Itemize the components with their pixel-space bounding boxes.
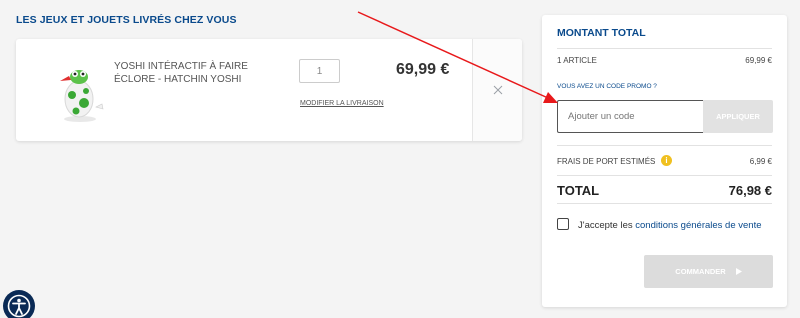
section-title: LES JEUX ET JOUETS LIVRÉS CHEZ VOUS	[16, 14, 237, 26]
total-label: TOTAL	[557, 183, 600, 198]
play-arrow-icon	[735, 268, 742, 275]
item-price: 69,99 €	[396, 61, 450, 78]
divider	[557, 145, 772, 146]
terms-checkbox[interactable]	[557, 218, 569, 230]
shipping-label: FRAIS DE PORT ESTIMÉS	[557, 157, 656, 166]
order-button[interactable]: COMMANDER	[644, 255, 773, 288]
divider	[557, 175, 772, 176]
order-button-label: COMMANDER	[675, 267, 726, 276]
yoshi-egg-icon[interactable]	[52, 57, 108, 125]
articles-subtotal: 69,99 €	[745, 56, 772, 65]
divider	[557, 203, 772, 204]
close-icon	[493, 85, 502, 95]
promo-code-input[interactable]	[557, 100, 704, 133]
info-icon[interactable]: i	[661, 155, 672, 166]
quantity-input[interactable]	[299, 59, 340, 83]
articles-count: 1 ARTICLE	[557, 56, 597, 65]
cart-item-card: YOSHI INTÉRACTIF À FAIRE ÉCLORE - HATCHI…	[16, 39, 522, 141]
terms-text: J'accepte les conditions générales de ve…	[578, 220, 762, 231]
shipping-cost: 6,99 €	[749, 157, 772, 166]
divider	[557, 48, 772, 49]
summary-title: MONTANT TOTAL	[557, 27, 646, 39]
order-summary-panel: MONTANT TOTAL 1 ARTICLE 69,99 € VOUS AVE…	[542, 15, 787, 307]
promo-code-label[interactable]: VOUS AVEZ UN CODE PROMO ?	[557, 83, 657, 90]
remove-item-button[interactable]	[472, 39, 522, 141]
apply-promo-button[interactable]: APPLIQUER	[703, 100, 773, 133]
modify-delivery-link[interactable]: MODIFIER LA LIVRAISON	[300, 100, 384, 107]
terms-link[interactable]: conditions générales de vente	[635, 220, 761, 231]
total-value: 76,98 €	[728, 183, 772, 198]
terms-prefix: J'accepte les	[578, 220, 633, 231]
product-name[interactable]: YOSHI INTÉRACTIF À FAIRE ÉCLORE - HATCHI…	[114, 60, 264, 86]
accessibility-icon[interactable]	[3, 290, 35, 318]
